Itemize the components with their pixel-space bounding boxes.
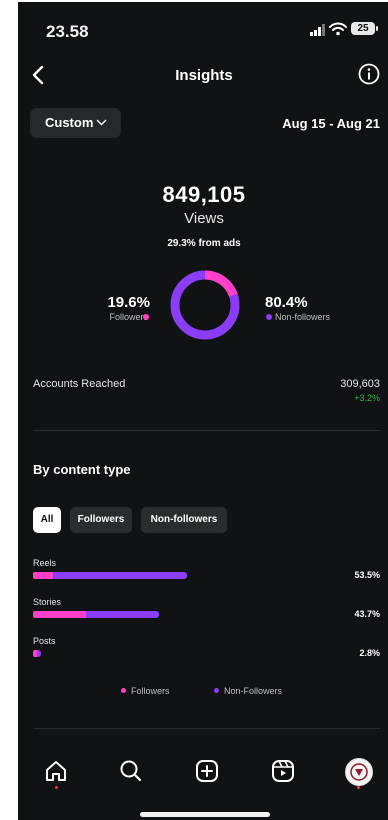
tab-nonfollowers[interactable]: Non-followers [141,507,227,533]
reels-icon[interactable] [270,758,296,784]
profile-avatar[interactable] [345,758,373,786]
posts-bar [33,650,42,657]
legend-followers-text: Followers [131,686,170,696]
battery-icon: 25 [351,22,375,35]
divider [33,728,380,729]
reels-bar [33,572,187,579]
views-count: 849,105 [162,182,246,207]
reels-nonfollowers-segment [53,572,187,579]
reels-percent: 53.5% [354,570,380,580]
avatar-logo-icon [350,763,368,781]
search-icon[interactable] [118,758,144,784]
home-notification-dot [55,786,58,789]
info-icon[interactable] [358,63,380,85]
page-title: Insights [175,67,233,84]
wifi-icon [329,22,347,36]
date-range-text: Aug 15 - Aug 21 [282,116,380,131]
chevron-down-icon [96,119,107,126]
nonfollowers-label: Non-followers [275,312,331,322]
nonfollowers-dot [266,314,272,320]
battery-tip [376,26,378,31]
accounts-reached-label: Accounts Reached [33,378,126,390]
nonfollowers-percent: 80.4% [265,294,308,311]
stories-label: Stories [33,597,62,607]
reels-followers-segment [33,572,54,579]
home-icon[interactable] [43,758,69,784]
stories-percent: 43.7% [354,609,380,619]
reels-label: Reels [33,558,57,568]
views-donut-chart [170,270,240,340]
dropdown-label: Custom [45,115,94,130]
home-indicator [140,812,270,817]
stories-followers-segment [33,611,86,618]
stories-nonfollowers-segment [85,611,159,618]
tab-followers[interactable]: Followers [70,507,132,533]
accounts-reached-value: 309,603 [340,378,380,390]
create-icon[interactable] [194,758,220,784]
views-label: Views [184,210,224,227]
followers-label: Followers [109,312,148,322]
divider [33,430,380,431]
signal-icon [310,24,325,36]
posts-nonfollowers-segment [37,650,42,657]
profile-notification-dot [357,786,360,789]
status-bar: 23.58 25 [18,2,388,41]
stories-bar [33,611,159,618]
section-title: By content type [33,462,131,477]
legend-nonfollowers: Non-Followers [214,686,282,696]
status-time: 23.58 [46,22,89,41]
tab-all[interactable]: All [33,507,61,533]
insights-screen: 23.58 25 Insights Custom Aug 15 - Aug 21… [18,2,388,820]
posts-percent: 2.8% [359,648,380,658]
legend-nonfollowers-text: Non-Followers [224,686,283,696]
bottom-nav [18,744,388,820]
followers-percent: 19.6% [107,294,150,311]
legend-nonfollowers-dot [214,688,219,693]
followers-dot [143,314,149,320]
date-range-dropdown[interactable]: Custom [30,108,121,138]
posts-label: Posts [33,636,56,646]
accounts-reached-change: +3.2% [354,393,380,403]
legend-followers: Followers [121,686,170,696]
ads-note: 29.3% from ads [167,238,241,249]
legend-followers-dot [121,688,126,693]
